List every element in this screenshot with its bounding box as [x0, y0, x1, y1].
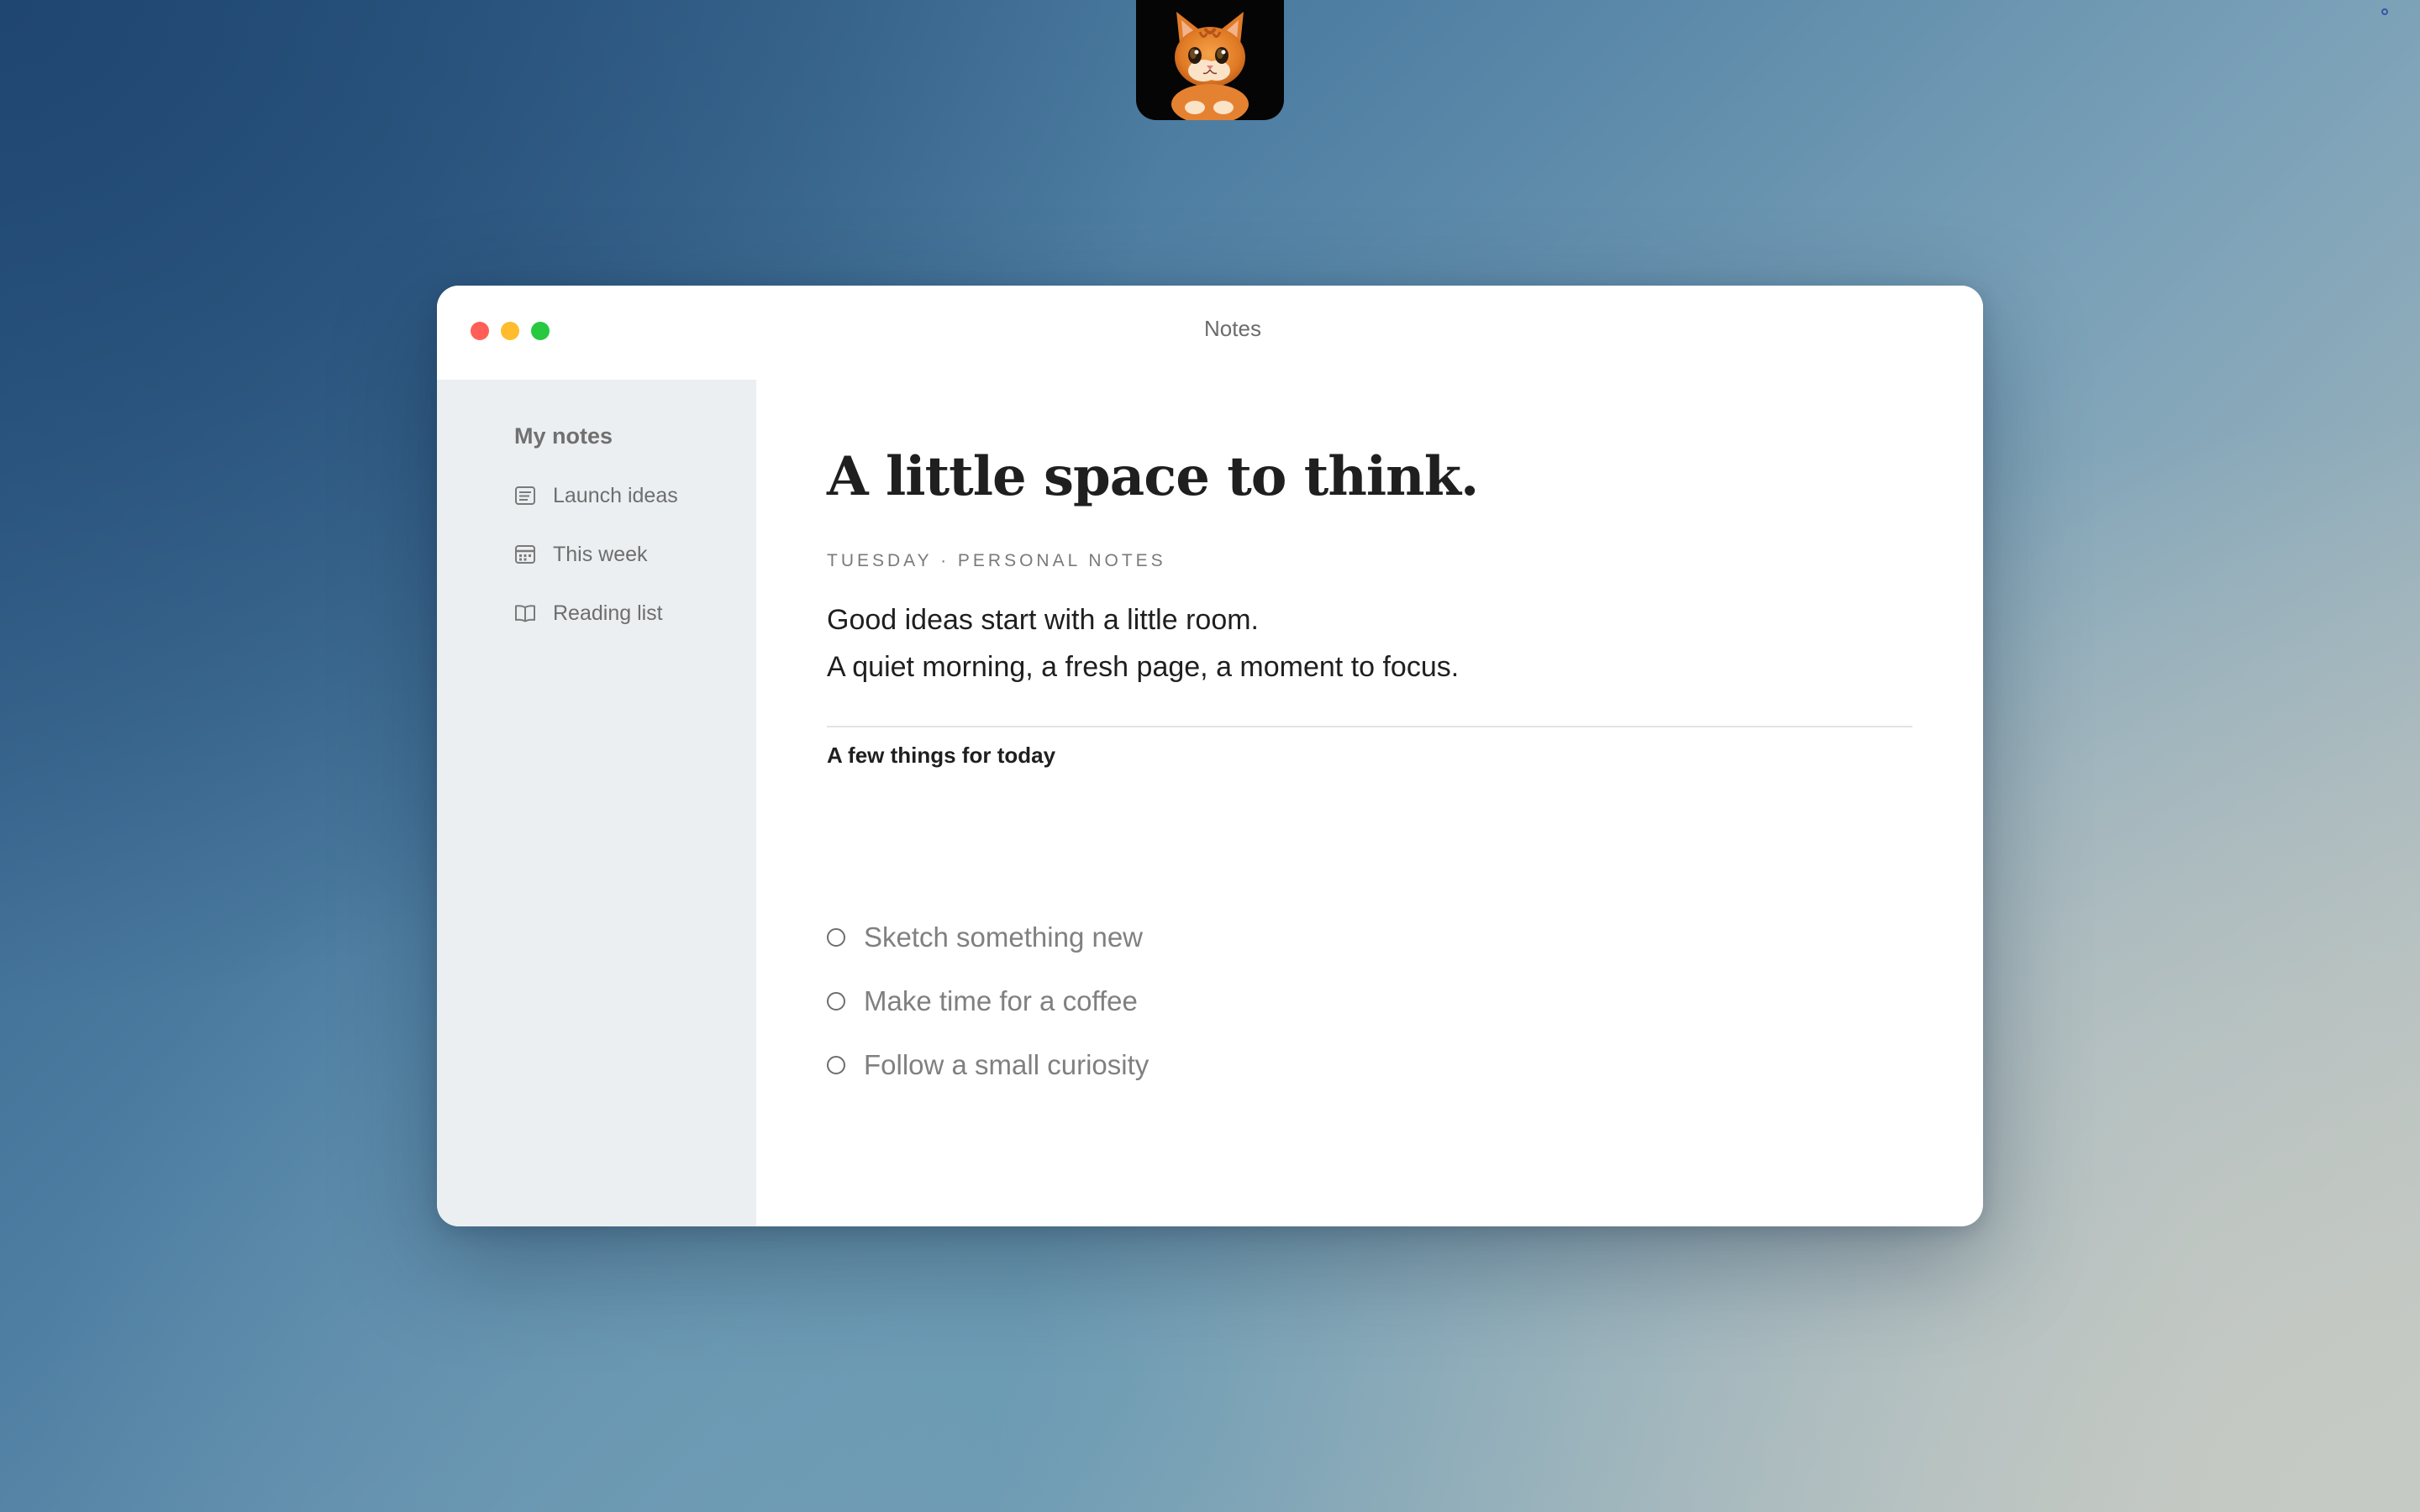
todo-label: Follow a small curiosity [864, 1049, 1150, 1080]
sidebar-item-launch-ideas[interactable]: Launch ideas [514, 479, 678, 512]
book-icon [514, 602, 536, 624]
notes-window: Notes My notes Launch ideas This week Re… [437, 286, 1983, 1226]
cat-mascot-notch [1136, 0, 1284, 120]
note-title[interactable]: A little space to think. [827, 445, 1479, 508]
note-icon [514, 485, 536, 507]
cat-mascot-icon [1171, 12, 1249, 120]
todo-item[interactable]: Make time for a coffee [827, 981, 1138, 1021]
sidebar-item-this-week[interactable]: This week [514, 538, 648, 571]
title-bar[interactable]: Notes [437, 286, 1983, 380]
note-body[interactable]: Good ideas start with a little room. A q… [827, 596, 1459, 690]
sidebar-item-reading-list[interactable]: Reading list [514, 596, 663, 630]
calendar-icon [514, 543, 536, 565]
sidebar-item-label: Reading list [553, 601, 663, 625]
todo-item[interactable]: Sketch something new [827, 917, 1143, 958]
status-dot-icon [2381, 8, 2388, 15]
sidebar-item-label: This week [553, 542, 648, 566]
todo-label: Sketch something new [864, 921, 1144, 953]
todo-checkbox[interactable] [827, 1056, 845, 1074]
todo-item[interactable]: Follow a small curiosity [827, 1045, 1149, 1085]
window-title: Notes [1204, 316, 1261, 341]
sidebar: My notes Launch ideas This week Reading … [437, 380, 756, 1226]
sidebar-item-label: Launch ideas [553, 483, 678, 507]
todo-checkbox[interactable] [827, 992, 845, 1011]
note-body-line: A quiet morning, a fresh page, a moment … [827, 651, 1460, 683]
note-body-line: Good ideas start with a little room. [827, 604, 1260, 636]
divider [827, 726, 1912, 727]
sidebar-heading: My notes [514, 423, 613, 449]
note-meta: TUESDAY · PERSONAL NOTES [827, 551, 1166, 570]
todo-label: Make time for a coffee [864, 985, 1138, 1016]
section-heading: A few things for today [827, 743, 1056, 768]
todo-checkbox[interactable] [827, 928, 845, 947]
note-editor[interactable]: A little space to think. TUESDAY · PERSO… [756, 380, 1983, 1226]
